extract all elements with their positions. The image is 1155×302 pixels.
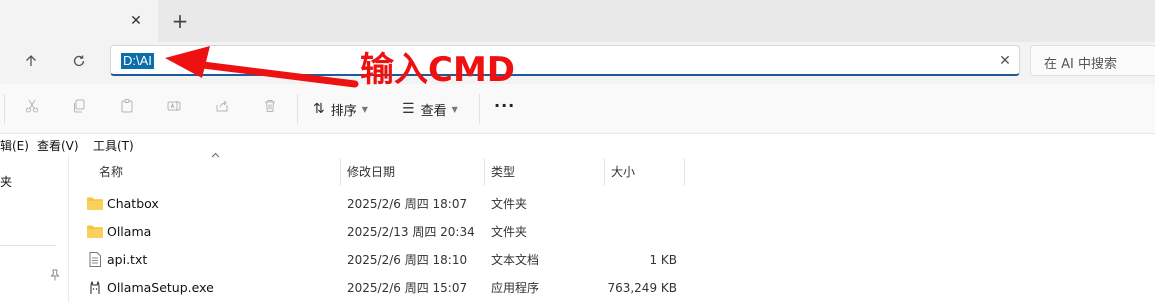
file-type: 文件夹 bbox=[491, 197, 528, 211]
file-name[interactable]: api.txt bbox=[107, 252, 147, 268]
menu-tools[interactable]: 工具(T) bbox=[93, 137, 134, 154]
file-row[interactable]: OllamaSetup.exe 2025/2/6 周四 15:07 应用程序 7… bbox=[70, 274, 1155, 302]
file-row[interactable]: Chatbox 2025/2/6 周四 18:07 文件夹 bbox=[70, 190, 1155, 218]
file-name[interactable]: OllamaSetup.exe bbox=[107, 280, 214, 296]
toolbar-divider bbox=[4, 94, 5, 124]
sidebar-divider bbox=[0, 245, 56, 246]
cut-icon[interactable] bbox=[20, 97, 44, 121]
chevron-down-icon: ▼ bbox=[361, 104, 368, 114]
file-name[interactable]: Chatbox bbox=[107, 196, 159, 212]
column-divider[interactable] bbox=[684, 158, 685, 186]
share-icon[interactable] bbox=[210, 97, 234, 121]
address-input[interactable]: D:\AI bbox=[121, 53, 154, 69]
arrow-up-icon[interactable] bbox=[18, 50, 44, 76]
column-header-modified[interactable]: 修改日期 bbox=[347, 158, 395, 186]
sidebar-edge bbox=[68, 155, 69, 302]
refresh-icon[interactable] bbox=[66, 50, 92, 76]
file-type: 文本文档 bbox=[491, 253, 540, 267]
sort-ascending-icon bbox=[211, 151, 220, 161]
folder-icon bbox=[87, 197, 103, 210]
file-row[interactable]: api.txt 2025/2/6 周四 18:10 文本文档 1 KB bbox=[70, 246, 1155, 274]
search-input[interactable]: 在 AI 中搜索 bbox=[1044, 53, 1117, 72]
tab-strip: ✕ + bbox=[0, 0, 1155, 42]
column-divider[interactable] bbox=[340, 158, 341, 186]
sort-icon: ⇅ bbox=[313, 101, 325, 117]
view-label: 查看 bbox=[420, 103, 447, 119]
file-type: 应用程序 bbox=[491, 281, 540, 295]
active-tab[interactable]: ✕ bbox=[0, 0, 158, 42]
view-icon: ☰ bbox=[402, 101, 415, 117]
clear-address-icon[interactable]: ✕ bbox=[996, 52, 1014, 70]
address-bar[interactable]: D:\AI ✕ bbox=[110, 45, 1020, 76]
chevron-down-icon: ▼ bbox=[451, 104, 458, 114]
column-divider[interactable] bbox=[484, 158, 485, 186]
toolbar-divider bbox=[479, 94, 480, 124]
ollama-app-icon bbox=[90, 280, 100, 294]
column-header-size[interactable]: 大小 bbox=[611, 158, 635, 186]
annotation-text: 输入CMD bbox=[360, 50, 516, 90]
paste-icon[interactable] bbox=[115, 97, 139, 121]
file-size: 1 KB bbox=[649, 253, 677, 267]
file-modified: 2025/2/6 周四 18:07 bbox=[347, 197, 468, 211]
menu-view[interactable]: 查看(V) bbox=[37, 137, 79, 154]
toolbar-divider bbox=[297, 94, 298, 124]
text-file-icon bbox=[89, 252, 101, 267]
column-divider[interactable] bbox=[604, 158, 605, 186]
view-button[interactable]: ☰ 查看 ▼ bbox=[402, 98, 458, 120]
file-modified: 2025/2/6 周四 18:10 bbox=[347, 253, 468, 267]
more-options-icon[interactable]: ··· bbox=[494, 96, 515, 115]
delete-icon[interactable] bbox=[258, 97, 282, 121]
folder-icon bbox=[87, 225, 103, 238]
copy-icon[interactable] bbox=[67, 97, 91, 121]
close-tab-icon[interactable]: ✕ bbox=[126, 11, 146, 31]
file-type: 文件夹 bbox=[491, 225, 528, 239]
sort-button[interactable]: ⇅ 排序 ▼ bbox=[313, 98, 368, 120]
sort-label: 排序 bbox=[330, 103, 357, 119]
file-modified: 2025/2/6 周四 15:07 bbox=[347, 281, 468, 295]
rename-icon[interactable] bbox=[162, 97, 186, 121]
sidebar-item-label[interactable]: 夹 bbox=[0, 173, 12, 190]
file-size: 763,249 KB bbox=[607, 281, 677, 295]
search-box[interactable]: 在 AI 中搜索 bbox=[1030, 45, 1155, 76]
column-header-name[interactable]: 名称 bbox=[99, 158, 123, 186]
file-name[interactable]: Ollama bbox=[107, 224, 151, 240]
navigation-bar: D:\AI ✕ 在 AI 中搜索 bbox=[0, 42, 1155, 84]
pin-icon[interactable] bbox=[50, 269, 60, 284]
command-bar: ⇅ 排序 ▼ ☰ 查看 ▼ ··· bbox=[0, 84, 1155, 134]
file-modified: 2025/2/13 周四 20:34 bbox=[347, 225, 475, 239]
menu-edit[interactable]: 编辑(E) bbox=[0, 137, 29, 154]
menu-bar: 编辑(E) 查看(V) 工具(T) bbox=[0, 135, 1155, 155]
new-tab-icon[interactable]: + bbox=[168, 9, 192, 33]
column-header-type[interactable]: 类型 bbox=[491, 158, 515, 186]
file-row[interactable]: Ollama 2025/2/13 周四 20:34 文件夹 bbox=[70, 218, 1155, 246]
